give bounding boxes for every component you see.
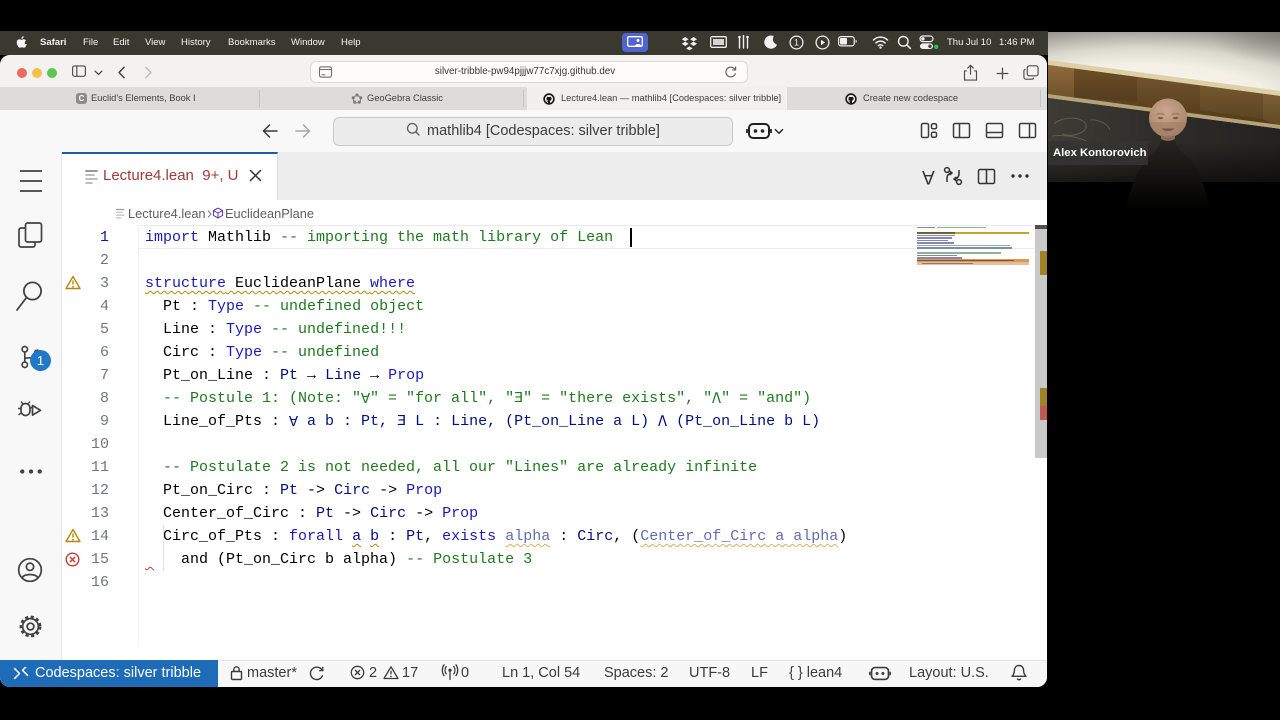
svg-text:1: 1	[794, 38, 799, 48]
